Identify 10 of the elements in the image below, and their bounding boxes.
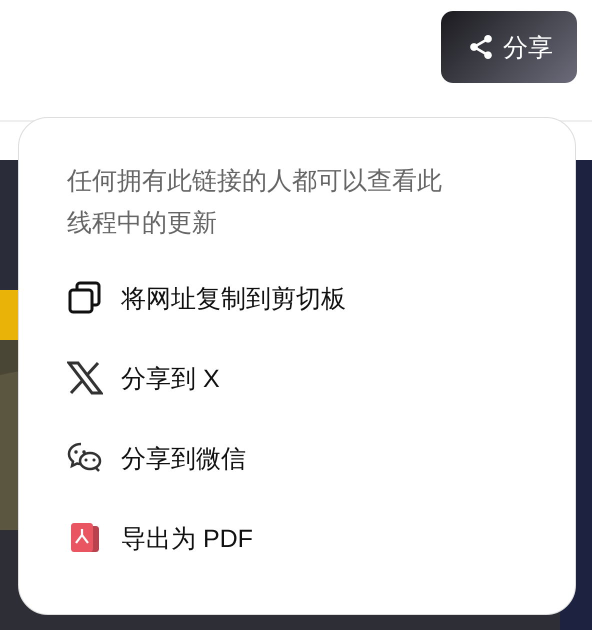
share-note: 任何拥有此链接的人都可以查看此线程中的更新 [67, 166, 443, 239]
label-tag [0, 290, 18, 340]
share-icon [467, 33, 495, 61]
menu-item[interactable]: 分享到微信 [67, 418, 246, 498]
menu-item[interactable]: 分享到 X [67, 338, 220, 418]
menu-item[interactable]: 导出为 PDF [67, 498, 253, 578]
share-button[interactable]: 分享 [441, 11, 577, 83]
menu-item[interactable]: 将网址复制到剪切板 [67, 258, 346, 338]
x-logo-icon [67, 360, 103, 396]
copy-icon [67, 280, 103, 316]
